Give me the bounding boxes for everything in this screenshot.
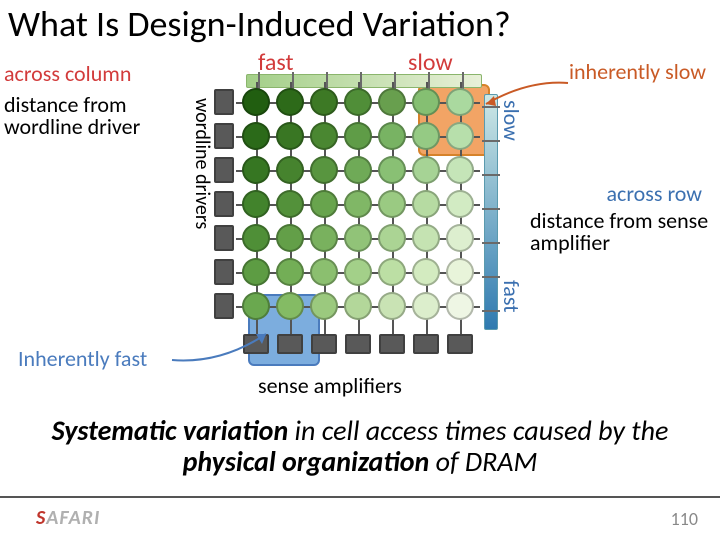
wordline-driver bbox=[214, 157, 234, 183]
dram-cell bbox=[310, 292, 338, 320]
dram-cell bbox=[378, 88, 406, 116]
dram-cell bbox=[344, 258, 372, 286]
dram-cell bbox=[276, 122, 304, 150]
arrow-slow bbox=[478, 78, 578, 118]
dram-cell bbox=[378, 258, 406, 286]
dram-cell bbox=[310, 122, 338, 150]
dram-cell bbox=[412, 88, 440, 116]
row-ticks bbox=[484, 94, 498, 330]
column-ticks bbox=[246, 74, 482, 88]
label-distance-sense: distance from sense amplifier bbox=[530, 210, 710, 254]
sense-amplifier bbox=[311, 334, 337, 354]
wordline-driver bbox=[214, 225, 234, 251]
dram-cell bbox=[446, 156, 474, 184]
label-wordline-drivers: wordline drivers bbox=[190, 98, 214, 229]
sense-amplifier bbox=[379, 334, 405, 354]
dram-cell bbox=[446, 122, 474, 150]
dram-cell bbox=[242, 292, 270, 320]
dram-cell bbox=[344, 292, 372, 320]
dram-cell bbox=[310, 88, 338, 116]
text: in cell access times caused by the bbox=[288, 413, 668, 448]
arrow-fast bbox=[166, 326, 276, 366]
label-distance-wordline: distance from wordline driver bbox=[4, 94, 140, 138]
dram-cell bbox=[276, 190, 304, 218]
dram-cell bbox=[242, 258, 270, 286]
text: of DRAM bbox=[429, 444, 537, 479]
logo-rest: AFARI bbox=[46, 506, 100, 530]
wordline-driver bbox=[214, 293, 234, 319]
page-number: 110 bbox=[671, 508, 698, 530]
dram-cell bbox=[310, 156, 338, 184]
footer-divider bbox=[0, 496, 720, 498]
dram-cell bbox=[412, 292, 440, 320]
label-fast-top: fast bbox=[258, 48, 294, 77]
label-inherently-slow: inherently slow bbox=[569, 58, 706, 85]
label-across-row: across row bbox=[607, 180, 703, 207]
wordline-driver bbox=[214, 123, 234, 149]
dram-cell bbox=[446, 88, 474, 116]
dram-cell bbox=[378, 292, 406, 320]
dram-cell bbox=[242, 122, 270, 150]
dram-cell bbox=[378, 156, 406, 184]
wordline-driver bbox=[214, 191, 234, 217]
dram-cell bbox=[242, 190, 270, 218]
sense-amplifier bbox=[447, 334, 473, 354]
text-bold: physical organization bbox=[183, 444, 430, 479]
dram-cell bbox=[412, 190, 440, 218]
text-line: wordline driver bbox=[4, 113, 140, 140]
label-slow-top: slow bbox=[408, 48, 453, 77]
dram-cell bbox=[344, 122, 372, 150]
dram-cell bbox=[344, 190, 372, 218]
dram-cell bbox=[446, 258, 474, 286]
sense-amplifier bbox=[413, 334, 439, 354]
dram-cell bbox=[310, 190, 338, 218]
dram-cell bbox=[276, 224, 304, 252]
sense-amplifier bbox=[345, 334, 371, 354]
dram-cell bbox=[412, 224, 440, 252]
label-sense-amplifiers: sense amplifiers bbox=[258, 372, 402, 399]
slide-title: What Is Design-Induced Variation? bbox=[8, 2, 511, 46]
dram-cell bbox=[310, 258, 338, 286]
dram-cell bbox=[446, 292, 474, 320]
text-bold: Systematic variation bbox=[52, 413, 289, 448]
conclusion-text: Systematic variation in cell access time… bbox=[0, 416, 720, 478]
wordline-driver bbox=[214, 259, 234, 285]
dram-cell bbox=[242, 88, 270, 116]
dram-cell bbox=[242, 224, 270, 252]
dram-cell bbox=[412, 258, 440, 286]
logo-letter: S bbox=[36, 506, 46, 530]
label-across-column: across column bbox=[4, 60, 131, 87]
dram-cell bbox=[446, 224, 474, 252]
sense-amplifier bbox=[277, 334, 303, 354]
dram-cell bbox=[344, 88, 372, 116]
wordline-driver bbox=[214, 89, 234, 115]
safari-logo: SAFARI bbox=[36, 506, 100, 530]
dram-cell bbox=[276, 292, 304, 320]
dram-cell bbox=[276, 258, 304, 286]
dram-cell bbox=[378, 190, 406, 218]
dram-cell bbox=[310, 224, 338, 252]
label-fast-right: fast bbox=[498, 280, 525, 313]
dram-cell bbox=[412, 122, 440, 150]
dram-cell bbox=[242, 156, 270, 184]
dram-cell bbox=[276, 88, 304, 116]
dram-cell bbox=[412, 156, 440, 184]
dram-cell bbox=[378, 122, 406, 150]
dram-cell bbox=[446, 190, 474, 218]
dram-cell bbox=[378, 224, 406, 252]
dram-cell bbox=[344, 224, 372, 252]
dram-cell bbox=[276, 156, 304, 184]
label-inherently-fast: Inherently fast bbox=[18, 345, 147, 372]
dram-cell bbox=[344, 156, 372, 184]
